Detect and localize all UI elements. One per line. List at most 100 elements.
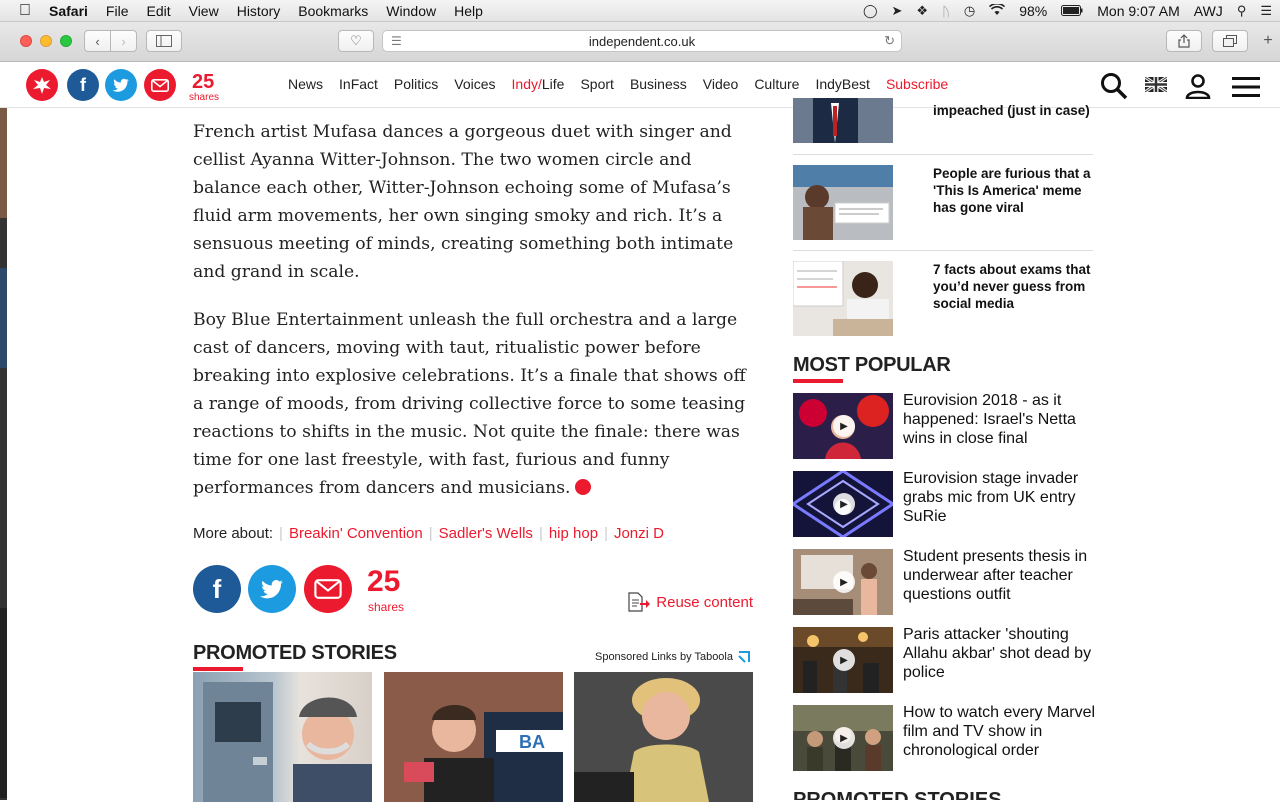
nav-culture[interactable]: Culture — [746, 76, 807, 92]
menu-bookmarks[interactable]: Bookmarks — [289, 0, 377, 22]
most-popular-thumbnail: ▶ — [793, 627, 893, 693]
forward-button[interactable]: › — [110, 30, 137, 52]
background-window-edge — [0, 108, 7, 800]
zoom-window-button[interactable] — [60, 35, 72, 47]
account-icon[interactable] — [1185, 73, 1211, 104]
location-arrow-icon[interactable]: ➤ — [892, 3, 903, 19]
facebook-share-icon[interactable]: f — [67, 69, 99, 101]
close-window-button[interactable] — [20, 35, 32, 47]
clock[interactable]: Mon 9:07 AM — [1097, 3, 1180, 19]
promoted-stories: PROMOTED STORIES Sponsored Links by Tabo… — [193, 642, 753, 802]
facebook-share-icon[interactable]: f — [193, 565, 241, 613]
play-video-icon[interactable]: ▶ — [833, 571, 855, 593]
promoted-image-atm[interactable] — [193, 672, 372, 802]
promoted-image-bank[interactable]: BA — [384, 672, 563, 802]
share-button[interactable] — [1166, 30, 1202, 52]
most-popular-title: Eurovision stage invader grabs mic from … — [903, 470, 1079, 525]
most-popular-item[interactable]: ▶ Paris attacker 'shouting Allahu akbar'… — [793, 626, 1093, 693]
reuse-content-label: Reuse content — [656, 593, 753, 611]
related-story-thumbnail — [793, 165, 893, 240]
section-title-underline — [793, 379, 843, 383]
menu-window[interactable]: Window — [377, 0, 445, 22]
nav-news[interactable]: News — [280, 76, 331, 92]
address-bar[interactable]: ☰ independent.co.uk ↻ — [382, 30, 902, 52]
most-popular-title: Student presents thesis in underwear aft… — [903, 548, 1088, 603]
wifi-icon[interactable] — [989, 2, 1006, 19]
related-story-title: 7 facts about exams that you’d never gue… — [933, 262, 1091, 311]
more-about-label: More about: — [193, 525, 274, 542]
most-popular-title: Paris attacker 'shouting Allahu akbar' s… — [903, 626, 1092, 681]
menu-file[interactable]: File — [97, 0, 138, 22]
related-story[interactable]: 7 facts about exams that you’d never gue… — [793, 251, 1093, 346]
nav-video[interactable]: Video — [695, 76, 747, 92]
article-share-bar: f 25 shares Reuse content — [193, 565, 753, 615]
app-menu[interactable]: Safari — [40, 0, 97, 22]
twitter-share-icon[interactable] — [248, 565, 296, 613]
email-share-icon[interactable] — [144, 69, 176, 101]
bluetooth-icon[interactable]: ᚢ — [942, 4, 950, 19]
share-label: shares — [189, 92, 220, 103]
menu-edit[interactable]: Edit — [137, 0, 179, 22]
most-popular-item[interactable]: ▶ Student presents thesis in underwear a… — [793, 548, 1093, 615]
menu-view[interactable]: View — [180, 0, 228, 22]
nav-sport[interactable]: Sport — [572, 76, 621, 92]
related-story[interactable]: People are furious that a 'This Is Ameri… — [793, 155, 1093, 251]
back-button[interactable]: ‹ — [84, 30, 111, 52]
independent-eagle-logo-icon[interactable] — [26, 69, 58, 101]
time-machine-icon[interactable]: ◷ — [964, 3, 975, 19]
promoted-image-woman[interactable] — [574, 672, 753, 802]
most-popular-item[interactable]: ▶ Eurovision stage invader grabs mic fro… — [793, 470, 1093, 537]
related-story[interactable]: impeached (just in case) — [793, 98, 1093, 155]
menu-help[interactable]: Help — [445, 0, 492, 22]
nav-indy-suffix: Life — [541, 76, 565, 92]
nav-indybest[interactable]: IndyBest — [807, 76, 877, 92]
reader-shield-button[interactable]: ♡ — [338, 30, 374, 52]
sidebar-toggle-button[interactable] — [146, 30, 182, 52]
minimize-window-button[interactable] — [40, 35, 52, 47]
taboola-sponsored-link[interactable]: Sponsored Links by Taboola — [595, 650, 751, 664]
most-popular-thumbnail: ▶ — [793, 705, 893, 771]
nav-subscribe[interactable]: Subscribe — [878, 76, 956, 92]
nav-indy-life[interactable]: Indy/Life — [504, 76, 573, 92]
apple-menu-icon[interactable]:  — [10, 2, 40, 20]
nav-voices[interactable]: Voices — [446, 76, 503, 92]
most-popular-thumbnail: ▶ — [793, 393, 893, 459]
nav-business[interactable]: Business — [622, 76, 695, 92]
tag-link[interactable]: hip hop — [549, 525, 598, 542]
user-name[interactable]: AWJ — [1194, 3, 1223, 19]
play-video-icon[interactable]: ▶ — [833, 649, 855, 671]
page-icon: ☰ — [391, 34, 402, 48]
battery-percent[interactable]: 98% — [1019, 3, 1047, 19]
more-about: More about: | Breakin' Convention | Sadl… — [193, 525, 664, 542]
creative-cloud-icon[interactable]: ◯ — [863, 3, 878, 19]
most-popular-item[interactable]: ▶ Eurovision 2018 - as it happened: Isra… — [793, 392, 1093, 459]
most-popular-item[interactable]: ▶ How to watch every Marvel film and TV … — [793, 704, 1095, 771]
tabs-overview-button[interactable] — [1212, 30, 1248, 52]
article-paragraph: French artist Mufasa dances a gorgeous d… — [193, 122, 734, 282]
search-icon[interactable] — [1100, 72, 1128, 105]
hamburger-menu-icon[interactable] — [1232, 77, 1260, 102]
play-video-icon[interactable]: ▶ — [833, 493, 855, 515]
reload-icon[interactable]: ↻ — [884, 33, 895, 49]
divider: | — [538, 525, 543, 542]
uk-flag-icon[interactable] — [1144, 75, 1168, 97]
new-tab-button[interactable]: + — [1256, 30, 1280, 52]
twitter-share-icon[interactable] — [105, 69, 137, 101]
reuse-content-link[interactable]: Reuse content — [628, 592, 753, 612]
nav-politics[interactable]: Politics — [386, 76, 446, 92]
related-story-title: impeached (just in case) — [933, 103, 1090, 118]
tag-link[interactable]: Jonzi D — [614, 525, 664, 542]
tag-link[interactable]: Sadler's Wells — [439, 525, 533, 542]
notification-center-icon[interactable]: ☰ — [1260, 3, 1272, 19]
tag-link[interactable]: Breakin' Convention — [289, 525, 423, 542]
nav-infact[interactable]: InFact — [331, 76, 386, 92]
play-video-icon[interactable]: ▶ — [833, 415, 855, 437]
divider: | — [604, 525, 608, 542]
email-share-icon[interactable] — [304, 565, 352, 613]
battery-icon[interactable] — [1061, 4, 1083, 19]
related-story-title: People are furious that a 'This Is Ameri… — [933, 166, 1091, 215]
menu-history[interactable]: History — [228, 0, 290, 22]
play-video-icon[interactable]: ▶ — [833, 727, 855, 749]
dropbox-icon[interactable]: ❖ — [916, 3, 928, 19]
spotlight-search-icon[interactable]: ⚲ — [1237, 3, 1247, 19]
